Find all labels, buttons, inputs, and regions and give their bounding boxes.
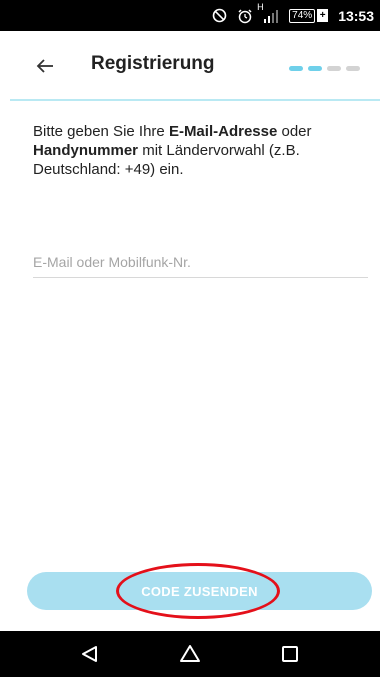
arrow-left-icon <box>36 59 53 73</box>
do-not-disturb-icon <box>212 8 227 23</box>
status-bar: H 74% + 13:53 <box>0 0 380 31</box>
instruction-email-emphasis: E-Mail-Adresse <box>168 123 278 140</box>
charging-icon: + <box>317 9 329 22</box>
alarm-icon <box>237 8 253 24</box>
instruction-part: Bitte geben Sie Ihre <box>33 123 169 140</box>
contact-field-wrapper <box>33 248 368 278</box>
signal-icon: H <box>257 2 279 24</box>
status-time: 13:53 <box>338 7 374 24</box>
battery-icon: 74% + <box>289 8 329 23</box>
send-code-label: CODE ZUSENDEN <box>141 583 258 599</box>
instruction-text: Bitte geben Sie Ihre E-Mail-Adresse oder… <box>33 122 363 179</box>
home-icon <box>180 645 200 662</box>
send-code-button[interactable]: CODE ZUSENDEN <box>27 572 372 610</box>
back-button[interactable] <box>30 51 60 81</box>
network-type-label: H <box>257 1 264 12</box>
contact-input[interactable] <box>33 248 368 276</box>
battery-level: 74% <box>289 8 316 23</box>
recents-icon <box>282 646 298 662</box>
back-triangle-icon <box>82 646 97 662</box>
nav-recents-button[interactable] <box>270 634 310 674</box>
progress-step-4 <box>346 66 360 71</box>
app-header: Registrierung <box>0 31 380 101</box>
progress-step-3 <box>327 66 341 71</box>
progress-steps <box>289 66 360 71</box>
system-nav-bar <box>0 631 380 677</box>
progress-step-1 <box>289 66 303 71</box>
instruction-phone-emphasis: Handynummer <box>33 142 139 159</box>
nav-home-button[interactable] <box>170 634 210 674</box>
header-divider <box>10 99 380 101</box>
instruction-part: oder <box>277 123 312 140</box>
page-title: Registrierung <box>91 53 215 74</box>
nav-back-button[interactable] <box>70 634 110 674</box>
progress-step-2 <box>308 66 322 71</box>
